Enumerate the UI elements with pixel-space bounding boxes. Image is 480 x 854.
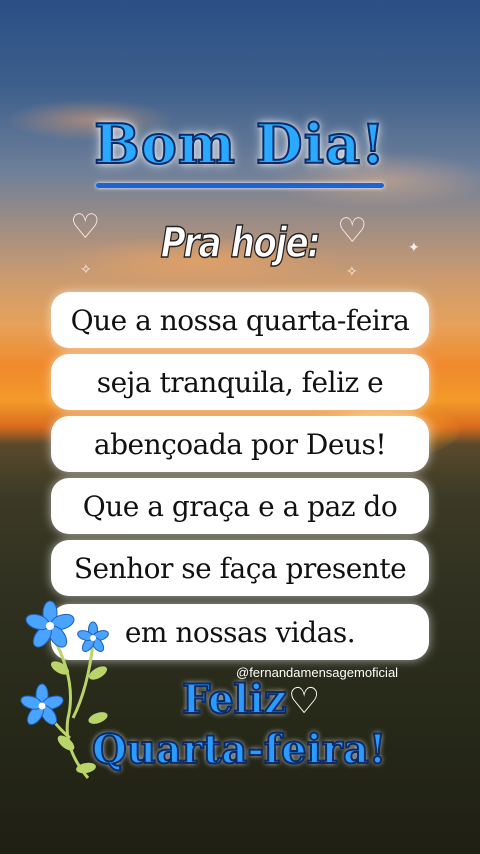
message-line: Que a nossa quarta-feira [51,292,429,348]
message-line: seja tranquila, feliz e [51,354,429,410]
message-line: Que a graça e a paz do [51,478,429,534]
title-underline [96,183,384,188]
heart-icon: ♡ [288,681,321,722]
greeting-title: Bom Dia! [93,111,386,177]
closing-line-2: Quarta-feira! [91,725,387,774]
subtitle: Pra hoje: [160,217,322,268]
message-line: Senhor se faça presente [51,540,429,596]
closing-line-1: Feliz [181,675,288,724]
message-line: abençoada por Deus! [51,416,429,472]
